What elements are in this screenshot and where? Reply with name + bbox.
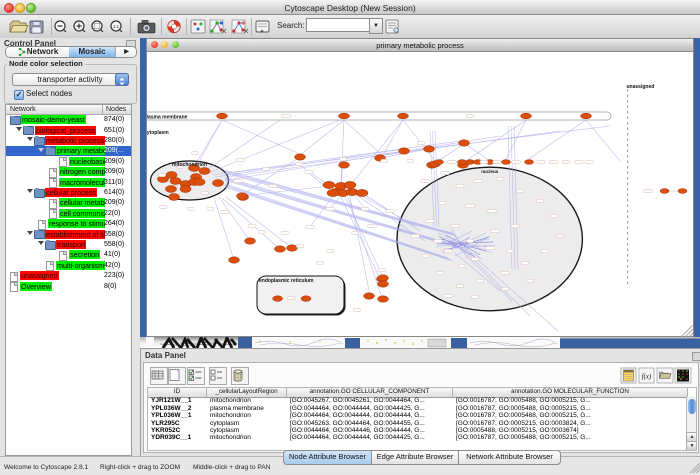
svg-text:cytoplasm: cytoplasm [147, 130, 169, 136]
svg-text:endoplasmic reticulum: endoplasmic reticulum [259, 278, 314, 284]
svg-text:unassigned: unassigned [627, 84, 655, 90]
svg-text:f(x): f(x) [642, 373, 652, 381]
svg-text:nucleus: nucleus [481, 169, 499, 174]
svg-text:plasma membrane: plasma membrane [147, 114, 188, 120]
svg-text:mitochondrion: mitochondrion [172, 162, 207, 168]
svg-text:1:1: 1:1 [113, 24, 120, 29]
